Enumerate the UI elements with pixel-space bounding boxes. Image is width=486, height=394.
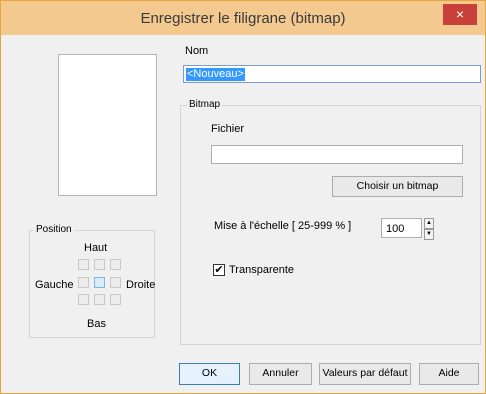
position-top-label: Haut: [84, 242, 108, 254]
position-cell-bottom-center[interactable]: [94, 294, 105, 305]
position-right-label: Droite: [126, 279, 156, 291]
position-cell-center[interactable]: [94, 277, 105, 288]
help-button[interactable]: Aide: [419, 363, 479, 385]
position-cell-top-right[interactable]: [110, 259, 121, 270]
scale-label: Mise à l'échelle [ 25-999 % ]: [214, 220, 352, 232]
scale-value: 100: [386, 223, 405, 235]
name-label: Nom: [185, 45, 209, 57]
title-bar[interactable]: Enregistrer le filigrane (bitmap) ×: [1, 1, 485, 35]
cancel-button[interactable]: Annuler: [249, 363, 312, 385]
file-input[interactable]: [211, 145, 463, 164]
position-cell-top-center[interactable]: [94, 259, 105, 270]
position-cell-top-left[interactable]: [78, 259, 89, 270]
dialog-window: Enregistrer le filigrane (bitmap) × Nom …: [0, 0, 486, 394]
ok-button[interactable]: OK: [179, 363, 240, 385]
position-group-label: Position: [34, 224, 74, 235]
position-cell-bottom-left[interactable]: [78, 294, 89, 305]
file-label: Fichier: [211, 123, 245, 135]
position-cell-middle-left[interactable]: [78, 277, 89, 288]
scale-down-button[interactable]: ▼: [424, 229, 434, 240]
scale-input[interactable]: 100: [381, 218, 422, 238]
choose-bitmap-button[interactable]: Choisir un bitmap: [332, 176, 463, 197]
position-left-label: Gauche: [35, 279, 74, 291]
name-field[interactable]: <Nouveau>: [183, 65, 481, 83]
position-cell-bottom-right[interactable]: [110, 294, 121, 305]
transparent-label: Transparente: [229, 264, 295, 276]
defaults-button[interactable]: Valeurs par défaut: [319, 363, 411, 385]
window-title: Enregistrer le filigrane (bitmap): [140, 10, 346, 27]
name-field-value: <Nouveau>: [186, 68, 245, 81]
close-icon[interactable]: ×: [443, 4, 477, 25]
bitmap-group-label: Bitmap: [187, 99, 223, 110]
position-cell-middle-right[interactable]: [110, 277, 121, 288]
scale-up-button[interactable]: ▲: [424, 218, 434, 229]
transparent-checkbox[interactable]: ✔: [213, 264, 225, 276]
position-bottom-label: Bas: [87, 318, 106, 330]
watermark-preview: [58, 54, 157, 196]
